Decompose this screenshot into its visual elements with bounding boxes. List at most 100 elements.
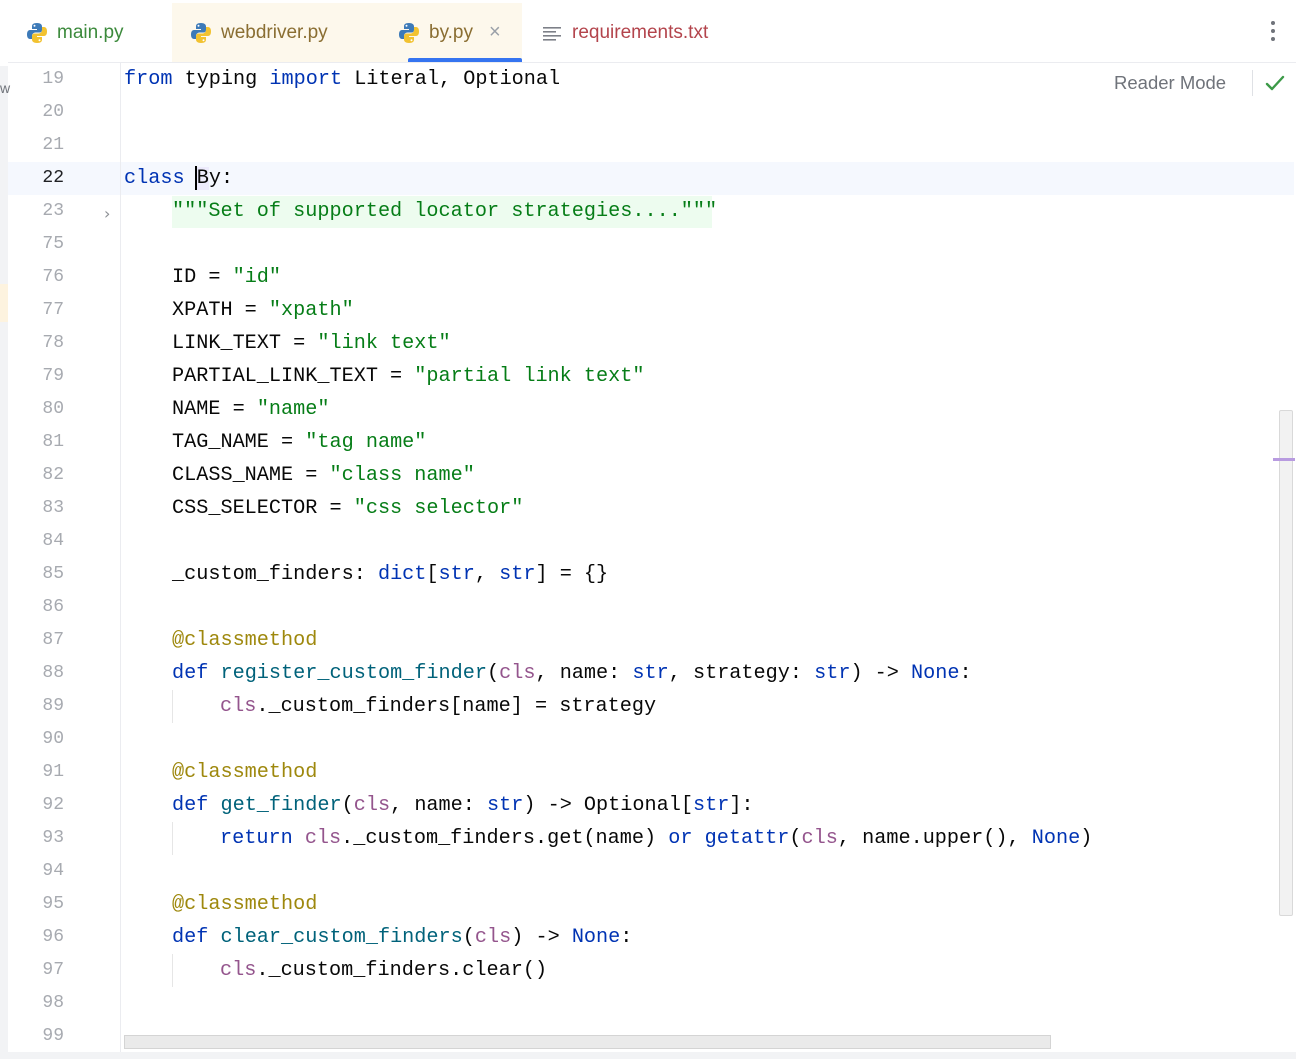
function-name: register_custom_finder — [220, 662, 487, 685]
code-line-80: NAME = "name" — [172, 393, 330, 426]
code-text: CSS_SELECTOR = — [172, 497, 354, 520]
docstring: """Set of supported locator strategies..… — [172, 200, 718, 223]
python-icon — [191, 22, 211, 43]
line-number: 93 — [42, 828, 64, 848]
tab-label: requirements.txt — [572, 21, 709, 43]
code-text: LINK_TEXT = — [172, 332, 318, 355]
cls-param: cls — [474, 926, 512, 949]
check-icon[interactable] — [1265, 74, 1285, 92]
close-tab-icon[interactable]: × — [489, 21, 501, 44]
line-number: 97 — [42, 960, 64, 980]
code-line-22: class By: — [124, 162, 233, 195]
keyword: or — [668, 827, 693, 850]
code-line-23-folded-docstring[interactable]: """Set of supported locator strategies..… — [172, 195, 717, 228]
code-text: ) — [1080, 827, 1093, 850]
tab-by-py[interactable]: by.py × — [380, 3, 522, 62]
indent-guide — [172, 954, 173, 987]
line-number: 80 — [42, 399, 64, 419]
code-text: , name: — [390, 794, 488, 817]
code-text: NAME = — [172, 398, 257, 421]
string-literal: "class name" — [329, 464, 475, 487]
builtin: str — [438, 563, 475, 586]
keyword: None — [911, 662, 960, 685]
horizontal-scrollbar[interactable] — [124, 1035, 1051, 1049]
builtin: str — [499, 563, 536, 586]
editor-tab-bar: main.py webdriver.py by.py × requirement… — [8, 3, 1296, 63]
line-number: 91 — [42, 762, 64, 782]
line-number: 83 — [42, 498, 64, 518]
python-icon — [27, 22, 47, 43]
code-line-96: def clear_custom_finders(cls) -> None: — [172, 921, 632, 954]
code-line-89: cls._custom_finders[name] = strategy — [220, 690, 656, 723]
indent-guide — [172, 822, 173, 855]
code-line-79: PARTIAL_LINK_TEXT = "partial link text" — [172, 360, 644, 393]
code-text: Literal, Optional — [342, 68, 561, 91]
tab-main-py[interactable]: main.py — [26, 3, 124, 62]
string-literal: "xpath" — [268, 299, 354, 322]
code-text: ._custom_finders[name] = strategy — [256, 695, 657, 718]
keyword: def — [172, 662, 209, 685]
code-text: TAG_NAME = — [172, 431, 306, 454]
keyword: def — [172, 794, 209, 817]
line-number: 82 — [42, 465, 64, 485]
code-text: ) -> Optional[ — [523, 794, 693, 817]
keyword: None — [571, 926, 621, 949]
change-marker — [0, 284, 8, 322]
line-number: 19 — [42, 69, 64, 89]
tab-requirements-txt[interactable]: requirements.txt — [541, 3, 708, 62]
tab-label: by.py — [429, 21, 474, 43]
keyword: from — [124, 68, 173, 91]
code-line-91: @classmethod — [172, 756, 317, 789]
keyword: None — [1031, 827, 1081, 850]
python-icon — [399, 22, 419, 43]
more-vertical-icon[interactable] — [1270, 21, 1276, 43]
code-line-95: @classmethod — [172, 888, 317, 921]
fold-expand-icon[interactable]: › — [104, 204, 110, 223]
line-number: 85 — [42, 564, 64, 584]
line-number: 86 — [42, 597, 64, 617]
code-text: typing — [172, 68, 270, 91]
text-caret — [195, 166, 197, 190]
line-number: 77 — [42, 300, 64, 320]
string-literal: "css selector" — [353, 497, 524, 520]
string-literal: "id" — [232, 266, 282, 289]
cls-param: cls — [499, 662, 536, 685]
code-text: ( — [341, 794, 354, 817]
line-number: 90 — [42, 729, 64, 749]
code-text: ._custom_finders.get(name) — [341, 827, 669, 850]
reader-mode-button[interactable]: Reader Mode — [1114, 72, 1226, 94]
string-literal: "name" — [256, 398, 330, 421]
code-text: : — [959, 662, 972, 685]
text-file-icon — [543, 26, 561, 41]
code-line-88: def register_custom_finder(cls, name: st… — [172, 657, 972, 690]
line-number: 23 — [42, 201, 64, 221]
line-number: 21 — [42, 135, 64, 155]
builtin: str — [487, 794, 524, 817]
keyword: class — [124, 167, 185, 190]
keyword: return — [220, 827, 293, 850]
left-tool-strip — [0, 66, 8, 1059]
code-line-77: XPATH = "xpath" — [172, 294, 354, 327]
tab-webdriver-py[interactable]: webdriver.py — [172, 3, 380, 62]
code-line-87: @classmethod — [172, 624, 317, 657]
cls-param: cls — [801, 827, 838, 850]
active-tab-indicator — [408, 58, 522, 62]
code-text: , — [474, 563, 500, 586]
code-text: , name: — [535, 662, 633, 685]
line-number: 76 — [42, 267, 64, 287]
vertical-scrollbar[interactable] — [1279, 410, 1293, 916]
string-literal: "link text" — [317, 332, 451, 355]
code-text: ) -> — [850, 662, 912, 685]
line-number: 88 — [42, 663, 64, 683]
line-number: 96 — [42, 927, 64, 947]
code-text: : — [620, 926, 633, 949]
code-text: ( — [462, 926, 475, 949]
line-number: 94 — [42, 861, 64, 881]
line-number-gutter[interactable]: 19 20 21 22 23 75 76 77 78 79 80 81 82 8… — [8, 63, 121, 1059]
cls-param: cls — [220, 959, 257, 982]
code-line-19: from typing import Literal, Optional — [124, 63, 560, 96]
code-line-92: def get_finder(cls, name: str) -> Option… — [172, 789, 754, 822]
code-line-85: _custom_finders: dict[str, str] = {} — [172, 558, 608, 591]
decorator: @classmethod — [172, 893, 318, 916]
code-text: _custom_finders: — [172, 563, 378, 586]
